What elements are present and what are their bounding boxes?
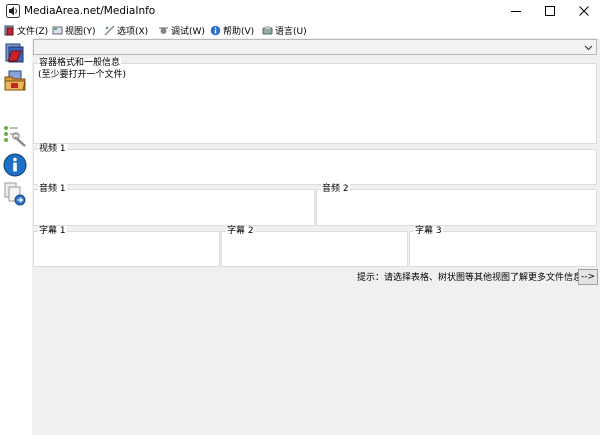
menu-options[interactable]: 选项(X) (104, 22, 148, 38)
audio-legend-1: 音频 1 (38, 184, 67, 195)
menu-language[interactable]: 语言(U) (262, 22, 307, 38)
subtitle-legend-2: 字幕 2 (226, 226, 255, 237)
video-group: 视频 1 (33, 144, 597, 185)
sheet-tree-icon[interactable] (3, 124, 27, 148)
hint-text: 提示：请选择表格、树状图等其他视图了解更多文件信息 (357, 273, 583, 283)
menu-file[interactable]: 文件(Z) (4, 22, 48, 38)
audio-group-1: 音频 1 (33, 184, 315, 226)
main-content: 容器格式和一般信息 (至少要打开一个文件) 视频 1 音频 1 音频 2 字幕 … (32, 38, 600, 435)
open-folder-icon[interactable] (3, 69, 27, 93)
window-title: MediaArea.net/MediaInfo (24, 5, 156, 17)
general-info-text: (至少要打开一个文件) (38, 70, 127, 80)
debug-icon (158, 25, 169, 36)
menu-bar: 文件(Z) 视图(Y) 选项(X) 调试(W) 帮助(V) 语言(U) (0, 22, 600, 38)
menu-help[interactable]: 帮助(V) (210, 22, 254, 38)
video-legend: 视频 1 (38, 144, 67, 155)
close-button[interactable] (564, 0, 600, 22)
file-selector[interactable] (33, 39, 597, 55)
subtitle-group-3: 字幕 3 (409, 226, 597, 267)
options-icon (104, 25, 115, 36)
subtitle-group-1: 字幕 1 (33, 226, 220, 267)
title-bar: MediaArea.net/MediaInfo (0, 0, 600, 22)
left-toolbar (0, 38, 30, 435)
open-file-icon[interactable] (3, 41, 27, 65)
audio-group-2: 音频 2 (316, 184, 597, 226)
chevron-down-icon[interactable] (584, 43, 593, 52)
view-icon (52, 25, 63, 36)
help-icon (210, 25, 221, 36)
subtitle-legend-3: 字幕 3 (414, 226, 443, 237)
file-icon (4, 25, 15, 36)
menu-debug[interactable]: 调试(W) (158, 22, 205, 38)
subtitle-group-2: 字幕 2 (221, 226, 408, 267)
speaker-icon (6, 4, 20, 18)
menu-view[interactable]: 视图(Y) (52, 22, 96, 38)
audio-legend-2: 音频 2 (321, 184, 350, 195)
general-info-legend: 容器格式和一般信息 (38, 58, 122, 69)
general-info-group: 容器格式和一般信息 (至少要打开一个文件) (33, 58, 597, 144)
language-icon (262, 25, 273, 36)
more-info-button[interactable]: --> (578, 269, 598, 285)
subtitle-legend-1: 字幕 1 (38, 226, 67, 237)
export-icon[interactable] (3, 182, 27, 206)
info-icon[interactable] (3, 153, 27, 177)
